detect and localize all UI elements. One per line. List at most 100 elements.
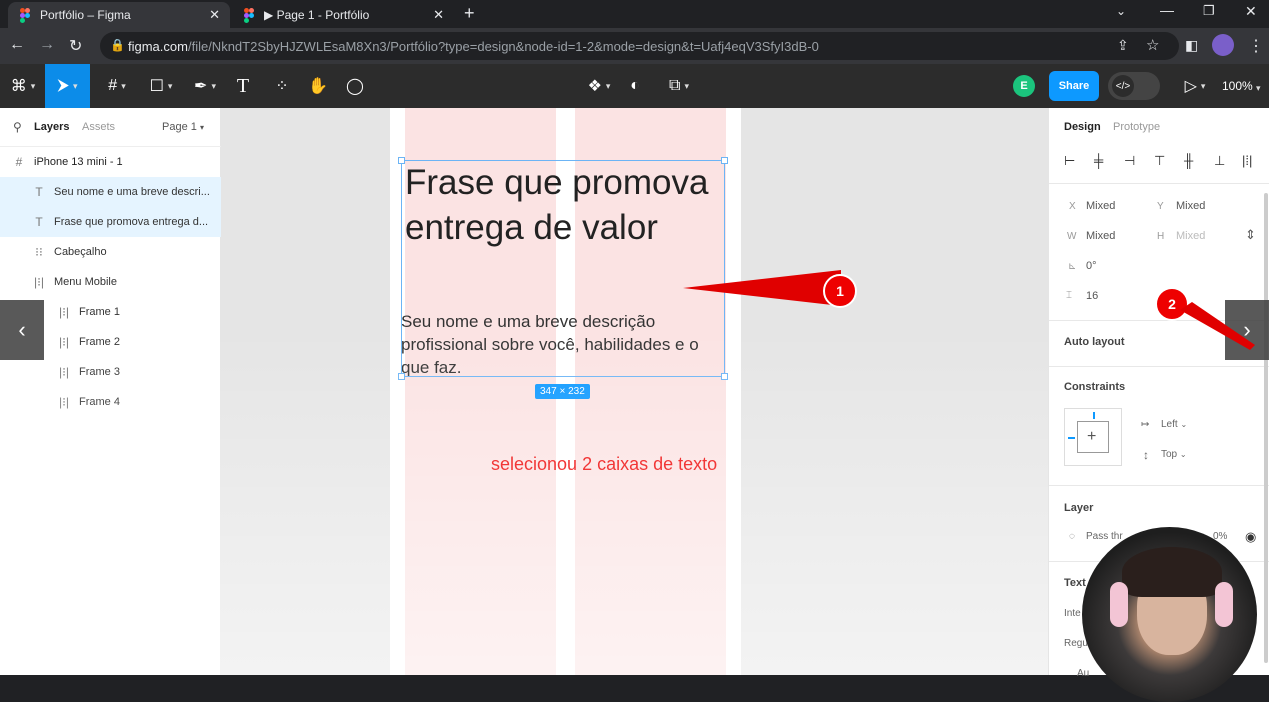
- annotation-caption: selecionou 2 caixas de texto: [491, 454, 718, 474]
- selection-box[interactable]: [398, 157, 728, 380]
- layer-label: Frase que promova entrega d...: [54, 216, 209, 228]
- text-tool-button[interactable]: T: [222, 64, 264, 108]
- resize-handle[interactable]: [398, 157, 405, 164]
- headphone-left: [1110, 582, 1128, 627]
- tab-portfolio-figma[interactable]: Portfólio – Figma ✕: [8, 2, 230, 28]
- layer-label: Frame 1: [79, 306, 120, 318]
- frame-tool-button[interactable]: # ▾: [96, 64, 138, 108]
- collaborator-avatar[interactable]: E: [1013, 75, 1035, 97]
- main-menu-button[interactable]: ⌘ ▾: [2, 64, 44, 108]
- pen-tool-button[interactable]: ✒ ▾: [184, 64, 226, 108]
- blend-mode-select[interactable]: Pass thr: [1086, 531, 1123, 542]
- sidepanel-icon[interactable]: ◧: [1185, 37, 1198, 54]
- scrollbar[interactable]: [1264, 193, 1268, 663]
- move-tool-button[interactable]: ⮞ ▾: [45, 64, 90, 108]
- text-icon: T: [35, 185, 43, 199]
- zoom-dropdown[interactable]: 100%: [1222, 79, 1253, 93]
- layer-row[interactable]: T Frase que promova entrega d...: [0, 207, 221, 237]
- design-canvas[interactable]: Frase que promova entrega de valor Seu n…: [221, 108, 1048, 675]
- resize-handle[interactable]: [721, 373, 728, 380]
- divider: [1049, 366, 1269, 367]
- align-center-v-icon[interactable]: ╫: [1184, 153, 1193, 168]
- tab-layers[interactable]: Layers: [34, 121, 69, 133]
- close-tab-icon[interactable]: ✕: [209, 7, 220, 23]
- new-tab-button[interactable]: +: [464, 3, 475, 24]
- webcam-overlay: [1082, 527, 1257, 702]
- minimize-icon[interactable]: —: [1160, 2, 1174, 18]
- close-tab-icon[interactable]: ✕: [433, 7, 444, 23]
- align-bottom-icon[interactable]: ⊥: [1214, 153, 1225, 169]
- profile-avatar[interactable]: [1212, 34, 1234, 56]
- autolayout-icon: |⁝|: [58, 395, 70, 409]
- reload-icon[interactable]: ↻: [69, 36, 82, 56]
- hand-tool-button[interactable]: ✋: [297, 64, 339, 108]
- vertical-constraint-select[interactable]: Top ⌄: [1161, 449, 1187, 460]
- tab-search-icon[interactable]: ⌄: [1116, 4, 1126, 18]
- frame-hash-icon: #: [15, 155, 23, 169]
- tab-design[interactable]: Design: [1064, 121, 1101, 133]
- search-layers-icon[interactable]: ⚲: [13, 120, 22, 134]
- constrain-proportions-icon[interactable]: ⇕: [1245, 227, 1256, 243]
- constraint-left-line: [1068, 437, 1075, 439]
- distribute-icon[interactable]: |⁞|: [1242, 153, 1252, 168]
- close-window-icon[interactable]: ✕: [1245, 3, 1257, 20]
- chevron-left-icon: ‹: [18, 317, 26, 342]
- layer-row[interactable]: |⁝| Frame 4: [0, 387, 221, 417]
- autolayout-icon: |⁝|: [58, 365, 70, 379]
- layer-label: Frame 4: [79, 396, 120, 408]
- layer-row[interactable]: |⁝| Frame 3: [0, 357, 221, 387]
- align-top-icon[interactable]: ⊤: [1154, 153, 1165, 169]
- layer-label: Menu Mobile: [54, 276, 117, 288]
- w-field[interactable]: Mixed: [1086, 230, 1115, 242]
- auto-height-field[interactable]: Au: [1077, 668, 1089, 679]
- layer-frame-iphone[interactable]: # iPhone 13 mini - 1: [0, 147, 221, 177]
- rotation-field[interactable]: 0°: [1086, 260, 1097, 272]
- resize-handle[interactable]: [398, 373, 405, 380]
- eye-icon[interactable]: ◉: [1245, 529, 1256, 545]
- maximize-icon[interactable]: ❐: [1203, 3, 1215, 19]
- layer-row[interactable]: ⁝⁝ Cabeçalho: [0, 237, 221, 267]
- autolayout-icon: |⁝|: [58, 305, 70, 319]
- tab-prototype[interactable]: Prototype: [1113, 121, 1160, 133]
- previous-slide-button[interactable]: ‹: [0, 300, 44, 360]
- constraints-widget[interactable]: +: [1064, 408, 1122, 466]
- bookmark-star-icon[interactable]: ☆: [1146, 36, 1159, 54]
- align-center-h-icon[interactable]: ╪: [1094, 153, 1103, 168]
- mask-button[interactable]: ◐: [614, 64, 656, 108]
- boolean-ops-button[interactable]: ⧉ ▾: [658, 64, 700, 108]
- horizontal-constraint-select[interactable]: Left ⌄: [1161, 419, 1187, 430]
- x-field[interactable]: Mixed: [1086, 200, 1115, 212]
- present-button[interactable]: ▷ ▾: [1174, 64, 1216, 108]
- divider: [1049, 485, 1269, 486]
- tab-page1-portfolio[interactable]: ▶ Page 1 - Portfólio ✕: [232, 2, 454, 28]
- contrast-icon: ◐: [630, 77, 640, 94]
- radius-field[interactable]: 16: [1086, 290, 1098, 302]
- url-input[interactable]: 🔒 figma.com/file/NkndT2SbyHJZWLEsaM8Xn3/…: [100, 32, 1179, 60]
- annotation-marker-1: 1: [823, 274, 857, 308]
- url-text: figma.com/file/NkndT2SbyHJZWLEsaM8Xn3/Po…: [128, 39, 819, 54]
- h-field[interactable]: Mixed: [1176, 230, 1205, 242]
- align-left-icon[interactable]: ⊢: [1064, 153, 1075, 169]
- tab-assets[interactable]: Assets: [82, 121, 115, 133]
- resize-handle[interactable]: [721, 157, 728, 164]
- back-icon[interactable]: ←: [9, 36, 25, 54]
- layer-row[interactable]: T Seu nome e uma breve descri...: [0, 177, 221, 207]
- layer-row[interactable]: |⁝| Menu Mobile: [0, 267, 221, 297]
- comment-tool-button[interactable]: ◯: [334, 64, 376, 108]
- font-family-select[interactable]: Inte: [1064, 608, 1081, 619]
- share-page-icon[interactable]: ⇪: [1117, 37, 1129, 54]
- align-right-icon[interactable]: ⊣: [1124, 153, 1135, 169]
- forward-icon[interactable]: →: [39, 36, 55, 54]
- pen-icon: ✒: [194, 78, 208, 95]
- comment-bubble-icon: ◯: [346, 78, 364, 95]
- shape-tool-button[interactable]: ☐ ▾: [140, 64, 182, 108]
- layer-label: Seu nome e uma breve descri...: [54, 186, 210, 198]
- page-selector[interactable]: Page 1 ▾: [162, 121, 204, 133]
- plus-icon: +: [1087, 428, 1097, 445]
- dev-mode-toggle[interactable]: </>: [1108, 72, 1160, 100]
- share-button[interactable]: Share: [1049, 71, 1099, 101]
- text-tool-icon: T: [236, 74, 250, 97]
- browser-menu-icon[interactable]: ⋮: [1248, 36, 1264, 56]
- font-weight-select[interactable]: Regu: [1064, 638, 1088, 649]
- y-field[interactable]: Mixed: [1176, 200, 1205, 212]
